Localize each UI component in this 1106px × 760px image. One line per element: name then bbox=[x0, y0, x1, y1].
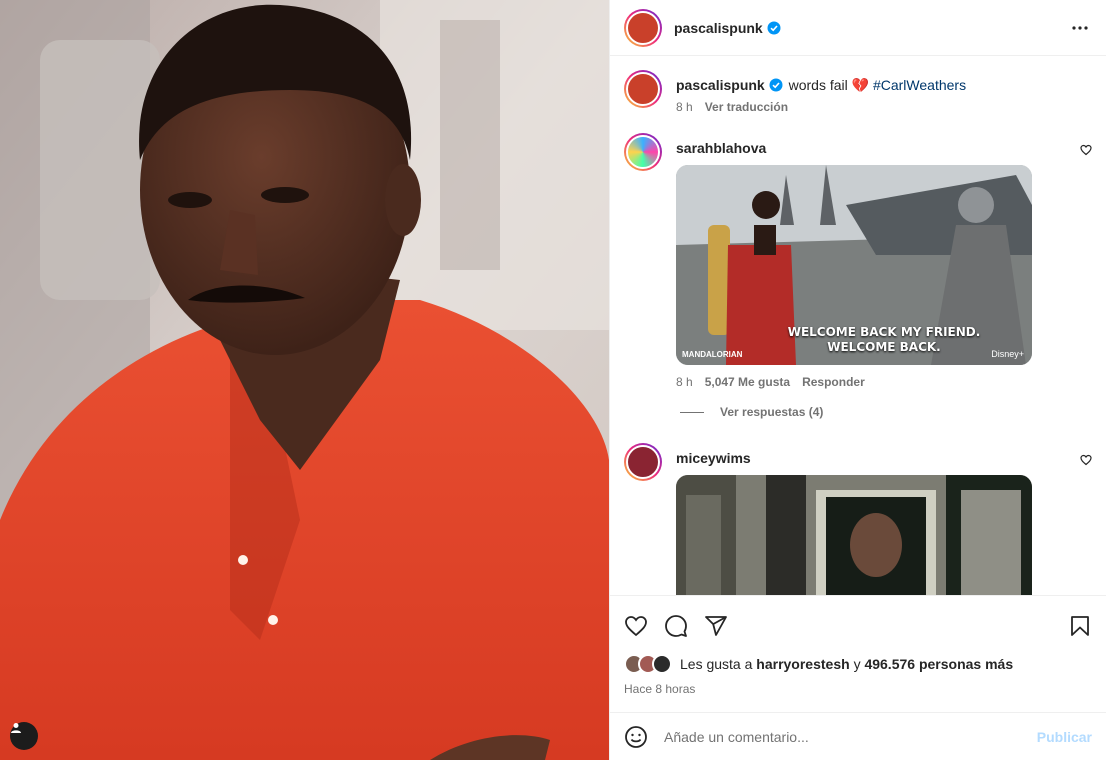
like-comment-button[interactable] bbox=[1080, 143, 1092, 161]
like-comment-button[interactable] bbox=[1080, 453, 1092, 471]
posted-time[interactable]: Hace 8 horas bbox=[624, 682, 1092, 696]
post-actions: Les gusta a harryorestesh y 496.576 pers… bbox=[610, 595, 1106, 696]
likes-count[interactable]: 496.576 personas más bbox=[864, 656, 1013, 672]
like-button[interactable] bbox=[624, 614, 648, 638]
comment-row: sarahblahova WELCOME BACK MY FRIEND. WEL… bbox=[624, 133, 1092, 389]
caption-text: words fail bbox=[788, 77, 848, 93]
comment-icon bbox=[665, 615, 687, 637]
comment-likes[interactable]: 5,047 Me gusta bbox=[705, 375, 790, 389]
save-button[interactable] bbox=[1068, 614, 1092, 638]
heart-icon bbox=[625, 616, 647, 637]
replies-divider bbox=[680, 411, 704, 413]
liker-avatar[interactable] bbox=[652, 654, 672, 674]
share-icon bbox=[705, 616, 727, 636]
likes-user[interactable]: harryorestesh bbox=[756, 656, 849, 672]
caption-row: pascalispunk words fail 💔 #CarlWeathers … bbox=[624, 70, 1092, 114]
post-side-panel: pascalispunk pascalispunk words fail 💔 #… bbox=[609, 0, 1106, 760]
reply-button[interactable]: Responder bbox=[802, 375, 865, 389]
comments-list[interactable]: pascalispunk words fail 💔 #CarlWeathers … bbox=[610, 56, 1106, 595]
comment-row: miceywims bbox=[624, 443, 1092, 595]
emoji-button[interactable] bbox=[624, 725, 648, 749]
comment-button[interactable] bbox=[664, 614, 688, 638]
heart-icon bbox=[1080, 144, 1092, 156]
comment-gif[interactable]: WELCOME BACK MY FRIEND. WELCOME BACK. MA… bbox=[676, 165, 1032, 365]
author-avatar[interactable] bbox=[624, 8, 662, 47]
gif-logo: MANDALORIAN bbox=[682, 350, 743, 359]
publish-button[interactable]: Publicar bbox=[1037, 729, 1092, 745]
hashtag-link[interactable]: #CarlWeathers bbox=[873, 77, 966, 93]
verified-icon bbox=[769, 78, 783, 92]
more-options-button[interactable] bbox=[1068, 16, 1092, 40]
verified-icon bbox=[767, 21, 781, 34]
action-icons-row bbox=[624, 600, 1092, 652]
view-replies-button[interactable]: Ver respuestas (4) bbox=[680, 405, 1092, 419]
gif-watermark: Disney+ bbox=[991, 349, 1024, 359]
see-translation-button[interactable]: Ver traducción bbox=[705, 100, 788, 114]
caption-avatar[interactable] bbox=[624, 70, 662, 108]
bookmark-icon bbox=[1071, 616, 1089, 636]
gif-subtitle-line1: WELCOME BACK MY FRIEND. bbox=[787, 325, 981, 339]
comment-username[interactable]: miceywims bbox=[676, 450, 751, 466]
instagram-post-view: pascalispunk pascalispunk words fail 💔 #… bbox=[0, 0, 1106, 760]
post-photo[interactable] bbox=[0, 0, 609, 760]
view-replies-label: Ver respuestas (4) bbox=[720, 405, 824, 419]
emoji-icon bbox=[625, 725, 647, 748]
likes-summary: Les gusta a harryorestesh y 496.576 pers… bbox=[624, 654, 1092, 674]
broken-heart-emoji: 💔 bbox=[851, 77, 870, 93]
commenter-avatar[interactable] bbox=[624, 133, 662, 171]
share-button[interactable] bbox=[704, 614, 728, 638]
caption-time[interactable]: 8 h bbox=[676, 100, 693, 114]
framed-portrait-gif bbox=[676, 475, 1032, 595]
comment-username[interactable]: sarahblahova bbox=[676, 140, 766, 156]
heart-icon bbox=[1080, 454, 1092, 466]
post-header: pascalispunk bbox=[610, 0, 1106, 56]
likes-connector: y bbox=[853, 656, 861, 672]
commenter-avatar[interactable] bbox=[624, 443, 662, 481]
user-tag-button[interactable] bbox=[10, 722, 38, 750]
more-icon bbox=[1072, 25, 1088, 30]
caption-username[interactable]: pascalispunk bbox=[676, 77, 765, 93]
add-comment-bar: Publicar bbox=[610, 712, 1106, 760]
user-tag-icon bbox=[11, 723, 21, 733]
comment-gif[interactable] bbox=[676, 475, 1032, 595]
comment-input[interactable] bbox=[664, 728, 1037, 745]
portrait-photo bbox=[0, 0, 609, 760]
author-username[interactable]: pascalispunk bbox=[674, 20, 763, 36]
comment-time[interactable]: 8 h bbox=[676, 375, 693, 389]
likes-prefix: Les gusta a bbox=[680, 656, 753, 672]
